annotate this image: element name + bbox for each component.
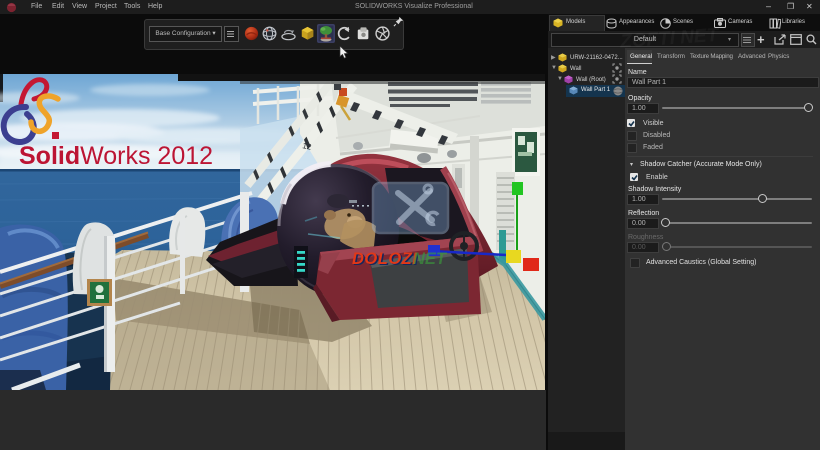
svg-text:DOLOZI: DOLOZI [352, 250, 417, 268]
svg-text:NET: NET [413, 250, 448, 268]
svg-text:SolidWorks 2012: SolidWorks 2012 [19, 142, 213, 170]
